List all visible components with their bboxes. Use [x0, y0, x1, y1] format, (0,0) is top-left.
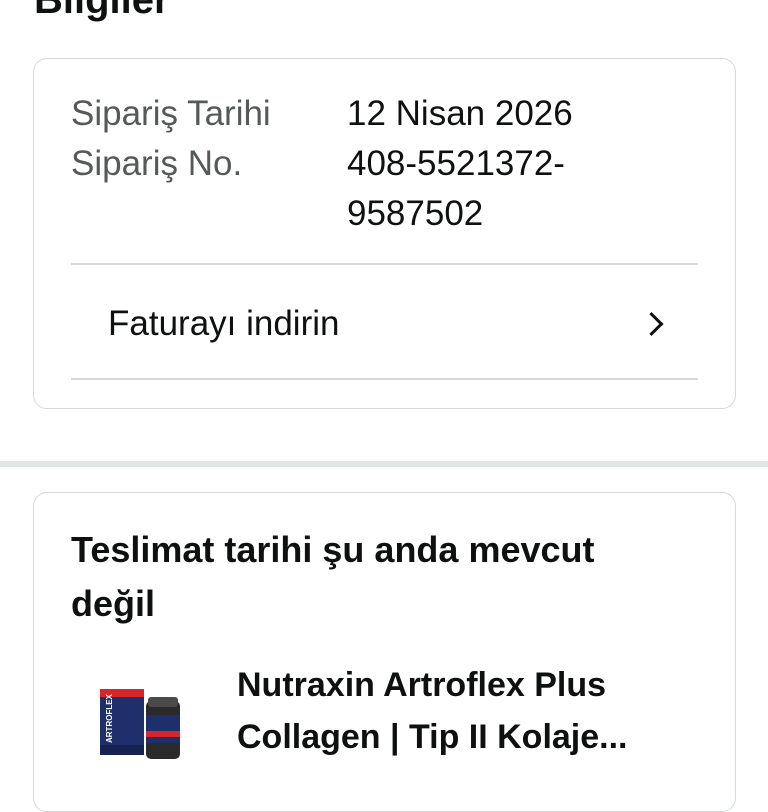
divider	[71, 378, 698, 380]
divider	[71, 263, 698, 265]
order-no-value-line1: 408-5521372-	[347, 144, 565, 183]
order-date-label: Sipariş Tarihi	[71, 94, 271, 133]
delivery-status-title: Teslimat tarihi şu anda mevcut değil	[71, 529, 595, 624]
product-name-link[interactable]: Nutraxin Artroflex Plus Collagen | Tip I…	[237, 659, 717, 763]
order-date-value: 12 Nisan 2026	[347, 94, 573, 133]
product-thumb-text: ARTROFLEX	[105, 693, 114, 743]
product-thumbnail[interactable]: ARTROFLEX	[98, 683, 188, 763]
chevron-right-icon	[639, 311, 664, 337]
order-no-value-line2: 9587502	[347, 194, 484, 233]
download-invoice-link[interactable]: Faturayı indirin	[34, 269, 734, 379]
section-separator	[0, 461, 768, 467]
order-details-card: Sipariş Tarihi 12 Nisan 2026 Sipariş No.…	[33, 58, 736, 409]
download-invoice-label: Faturayı indirin	[108, 304, 340, 343]
order-no-label: Sipariş No.	[71, 144, 243, 183]
section-title: Bilgiler	[34, 0, 170, 22]
delivery-card: Teslimat tarihi şu anda mevcut değil ART…	[33, 492, 736, 812]
